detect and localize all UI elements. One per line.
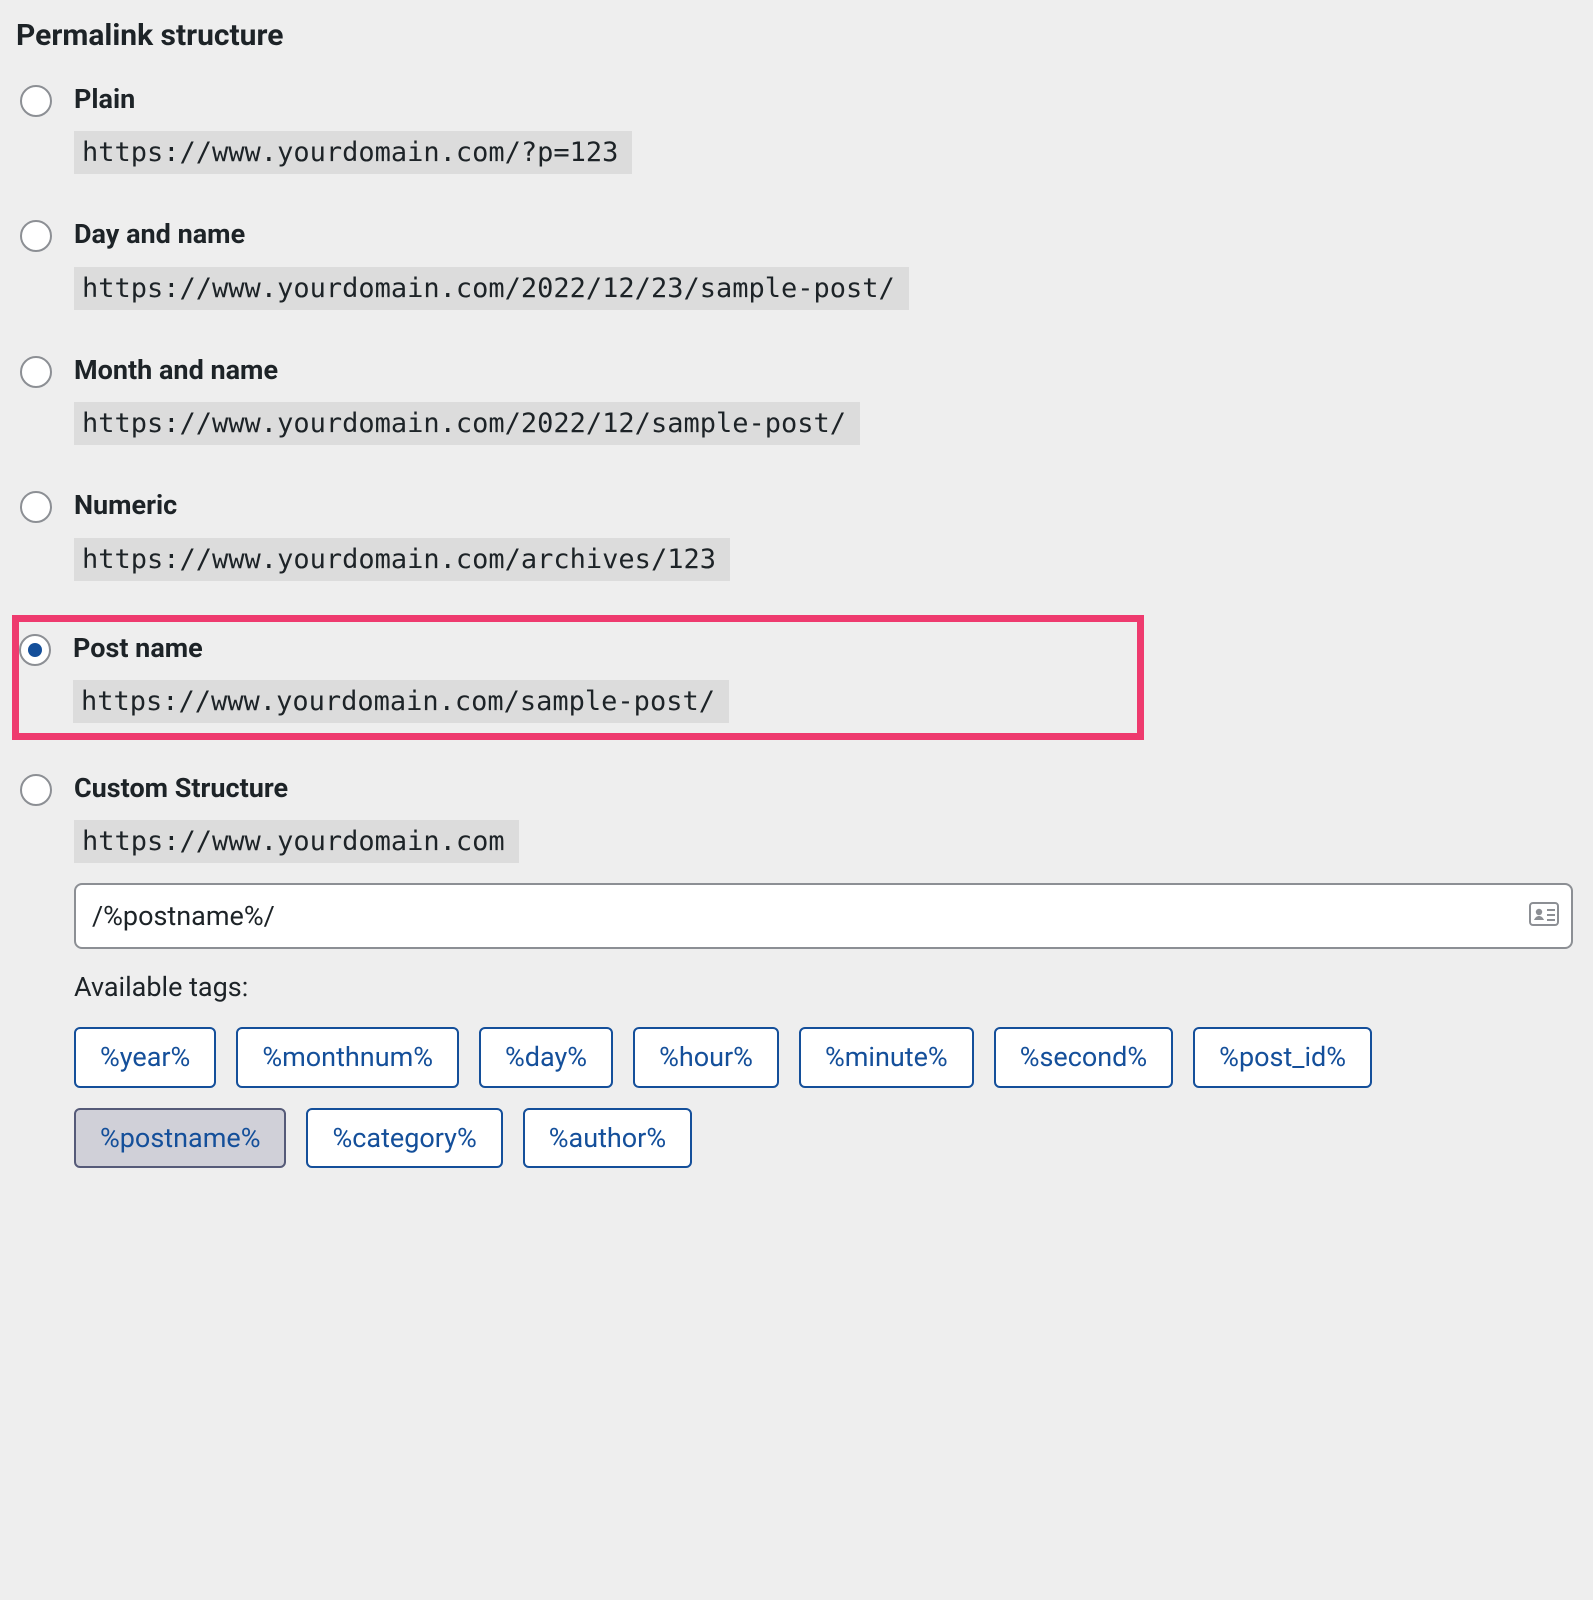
tag-button[interactable]: %post_id%	[1193, 1027, 1372, 1087]
tag-button[interactable]: %year%	[74, 1027, 216, 1087]
tag-button[interactable]: %monthnum%	[236, 1027, 459, 1087]
permalink-option-post-name: Post name https://www.yourdomain.com/samp…	[12, 615, 1144, 740]
custom-structure-area: Available tags: %year% %monthnum% %day% %hou…	[74, 883, 1573, 1168]
option-label: Post name	[73, 632, 1137, 664]
option-body: Numeric https://www.yourdomain.com/archiv…	[74, 489, 1573, 580]
contact-card-icon	[1529, 902, 1559, 930]
option-body: Month and name https://www.yourdomain.com…	[74, 354, 1573, 445]
radio-numeric[interactable]	[20, 491, 52, 523]
tag-button[interactable]: %author%	[523, 1108, 692, 1168]
radio-month-name[interactable]	[20, 356, 52, 388]
tag-button[interactable]: %hour%	[633, 1027, 779, 1087]
option-example: https://www.yourdomain.com	[74, 820, 519, 863]
tag-button[interactable]: %day%	[479, 1027, 613, 1087]
option-example: https://www.yourdomain.com/2022/12/23/sa…	[74, 267, 909, 310]
option-body: Post name https://www.yourdomain.com/samp…	[73, 632, 1137, 723]
custom-input-wrap	[74, 883, 1573, 949]
permalink-option-numeric: Numeric https://www.yourdomain.com/archiv…	[16, 483, 1577, 588]
radio-custom[interactable]	[20, 774, 52, 806]
permalink-options-list: Plain https://www.yourdomain.com/?p=123 Da…	[16, 77, 1577, 1176]
option-example: https://www.yourdomain.com/archives/123	[74, 538, 730, 581]
permalink-option-plain: Plain https://www.yourdomain.com/?p=123	[16, 77, 1577, 182]
option-example: https://www.yourdomain.com/2022/12/sampl…	[74, 402, 860, 445]
available-tags: %year% %monthnum% %day% %hour% %minute% %seco…	[74, 1027, 1573, 1168]
tag-button[interactable]: %category%	[306, 1108, 502, 1168]
option-label: Day and name	[74, 218, 1573, 250]
option-label: Month and name	[74, 354, 1573, 386]
radio-day-name[interactable]	[20, 220, 52, 252]
option-body: Day and name https://www.yourdomain.com/2…	[74, 218, 1573, 309]
option-body: Custom Structure https://www.yourdomain.c…	[74, 772, 1573, 1168]
radio-plain[interactable]	[20, 85, 52, 117]
section-title: Permalink structure	[16, 18, 1577, 53]
option-example: https://www.yourdomain.com/?p=123	[74, 131, 632, 174]
tag-button[interactable]: %minute%	[799, 1027, 974, 1087]
option-label: Numeric	[74, 489, 1573, 521]
permalink-option-custom: Custom Structure https://www.yourdomain.c…	[16, 766, 1577, 1176]
option-label: Plain	[74, 83, 1573, 115]
permalink-option-day-name: Day and name https://www.yourdomain.com/2…	[16, 212, 1577, 317]
custom-structure-input[interactable]	[74, 883, 1573, 949]
option-example: https://www.yourdomain.com/sample-post/	[73, 680, 729, 723]
tag-button[interactable]: %second%	[994, 1027, 1173, 1087]
option-body: Plain https://www.yourdomain.com/?p=123	[74, 83, 1573, 174]
option-label: Custom Structure	[74, 772, 1573, 804]
radio-post-name[interactable]	[19, 634, 51, 666]
permalink-option-month-name: Month and name https://www.yourdomain.com…	[16, 348, 1577, 453]
available-tags-label: Available tags:	[74, 971, 1573, 1003]
tag-button[interactable]: %postname%	[74, 1108, 286, 1168]
